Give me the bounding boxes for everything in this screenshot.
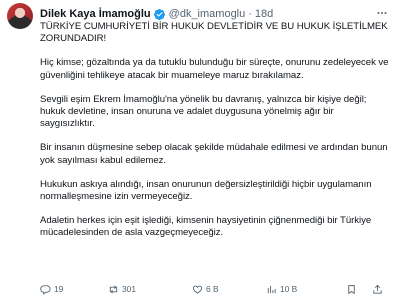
verified-badge-icon [153, 8, 166, 21]
tweet-paragraph: Sevgili eşim Ekrem İmamoğlu'na yönelik b… [40, 93, 367, 130]
share-icon [373, 284, 382, 294]
like-button[interactable]: 6 B [192, 284, 219, 295]
repost-icon [109, 285, 118, 293]
bookmark-button[interactable] [346, 284, 357, 295]
views-count: 10 B [280, 284, 298, 294]
share-button[interactable] [372, 284, 383, 295]
tweet[interactable]: Dilek Kaya İmamoğlu @dk_imamoglu · 18d T… [0, 0, 397, 298]
reply-button[interactable]: 19 [40, 284, 63, 295]
tweet-paragraph: Hiç kimse; gözaltında ya da tutuklu bulu… [40, 57, 389, 81]
more-icon[interactable] [375, 6, 389, 20]
repost-count: 301 [122, 284, 136, 294]
tweet-paragraph: Adaletin herkes için eşit işlediği, kims… [40, 215, 372, 239]
timestamp[interactable]: 18d [255, 7, 273, 21]
reply-icon [40, 284, 51, 295]
heart-icon [192, 285, 203, 294]
avatar[interactable] [7, 3, 33, 29]
author-handle[interactable]: @dk_imamoglu [169, 7, 246, 21]
author-name[interactable]: Dilek Kaya İmamoğlu [40, 7, 151, 21]
tweet-header: Dilek Kaya İmamoğlu @dk_imamoglu · 18d [40, 6, 389, 22]
reply-count: 19 [54, 284, 64, 294]
views-icon [267, 285, 276, 293]
repost-button[interactable]: 301 [108, 284, 136, 295]
action-bar: 19 301 6 B 10 B [40, 282, 389, 296]
tweet-text: TÜRKİYE CUMHURİYETİ BİR HUKUK DEVLETİDİR… [40, 21, 390, 252]
tweet-paragraph: TÜRKİYE CUMHURİYETİ BİR HUKUK DEVLETİDİR… [40, 21, 388, 45]
tweet-paragraph: Hukukun askıya alındığı, insan onurunun … [40, 178, 372, 203]
like-count: 6 B [206, 284, 219, 294]
separator-dot: · [248, 8, 252, 20]
tweet-paragraph: Bir insanın düşmesine sebep olacak şekil… [40, 142, 388, 166]
bookmark-icon [348, 284, 355, 294]
views-button[interactable]: 10 B [266, 284, 297, 295]
